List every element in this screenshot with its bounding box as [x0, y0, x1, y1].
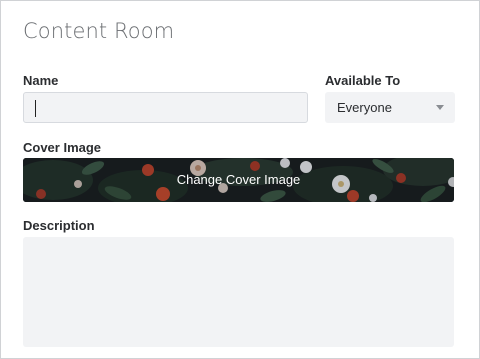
- chevron-down-icon: [436, 105, 444, 110]
- name-label: Name: [23, 73, 59, 88]
- page-title: Content Room: [23, 19, 175, 43]
- cover-image-label: Cover Image: [23, 140, 102, 155]
- change-cover-image-label: Change Cover Image: [176, 172, 301, 187]
- available-to-label: Available To: [325, 73, 401, 88]
- available-to-value: Everyone: [337, 100, 392, 115]
- description-label: Description: [23, 218, 95, 233]
- change-cover-image-button[interactable]: Change Cover Image: [23, 158, 454, 202]
- text-caret: [35, 100, 36, 117]
- dialog-frame: Content Room Name Available To Everyone …: [0, 0, 480, 359]
- description-textarea[interactable]: [23, 237, 454, 347]
- name-input[interactable]: [23, 92, 308, 123]
- available-to-select[interactable]: Everyone: [325, 92, 455, 123]
